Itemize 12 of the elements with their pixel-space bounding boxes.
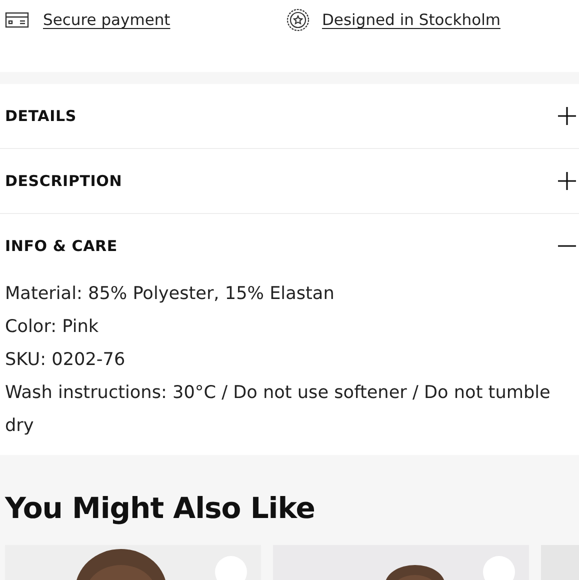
star-badge-icon [286, 8, 310, 32]
plus-icon [558, 172, 576, 190]
credit-card-icon [5, 11, 29, 29]
minus-icon [558, 245, 576, 247]
plus-icon [558, 107, 576, 125]
trust-link[interactable]: Designed in Stockholm [286, 0, 500, 40]
info-text: SKU: 0202-76 [5, 349, 126, 372]
info-text: Wash instructions: 30°C / Do not use softener / Do not tumble dry [5, 382, 552, 438]
section-heading: You Might Also Like [5, 491, 316, 525]
trust-link[interactable]: Secure payment [5, 0, 286, 40]
info-text: Material: 85% Polyester, 15% Elastan [5, 283, 336, 306]
info-text: Color: Pink [5, 316, 100, 339]
